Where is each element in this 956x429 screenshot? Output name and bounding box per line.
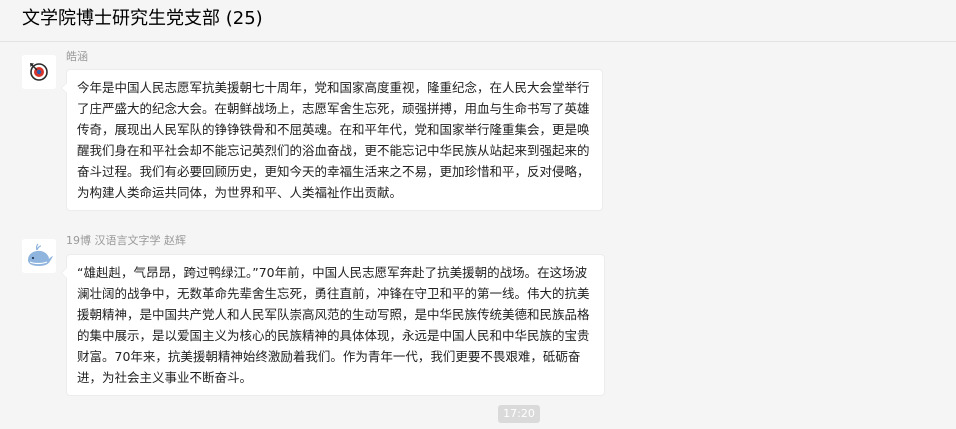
chat-window: 文学院博士研究生党支部 (25) 皓涵 今年是中国人民志愿军抗美援朝七十周年，党… — [0, 0, 956, 429]
message-bubble[interactable]: “雄赳赳，气昂昂，跨过鸭绿江。”70年前，中国人民志愿军奔赴了抗美援朝的战场。在… — [61, 254, 605, 396]
avatar[interactable] — [22, 239, 56, 273]
target-icon — [22, 55, 56, 89]
time-divider: 17:20 — [498, 405, 540, 423]
message-bubble[interactable]: 今年是中国人民志愿军抗美援朝七十周年，党和国家高度重视，隆重纪念，在人民大会堂举… — [61, 69, 603, 211]
whale-icon — [22, 239, 56, 273]
avatar[interactable] — [22, 55, 56, 89]
sender-name[interactable]: 19博 汉语言文字学 赵辉 — [66, 234, 186, 248]
chat-header: 文学院博士研究生党支部 (25) — [0, 0, 956, 42]
chat-title[interactable]: 文学院博士研究生党支部 (25) — [22, 7, 263, 31]
sender-name[interactable]: 皓涵 — [66, 50, 88, 64]
